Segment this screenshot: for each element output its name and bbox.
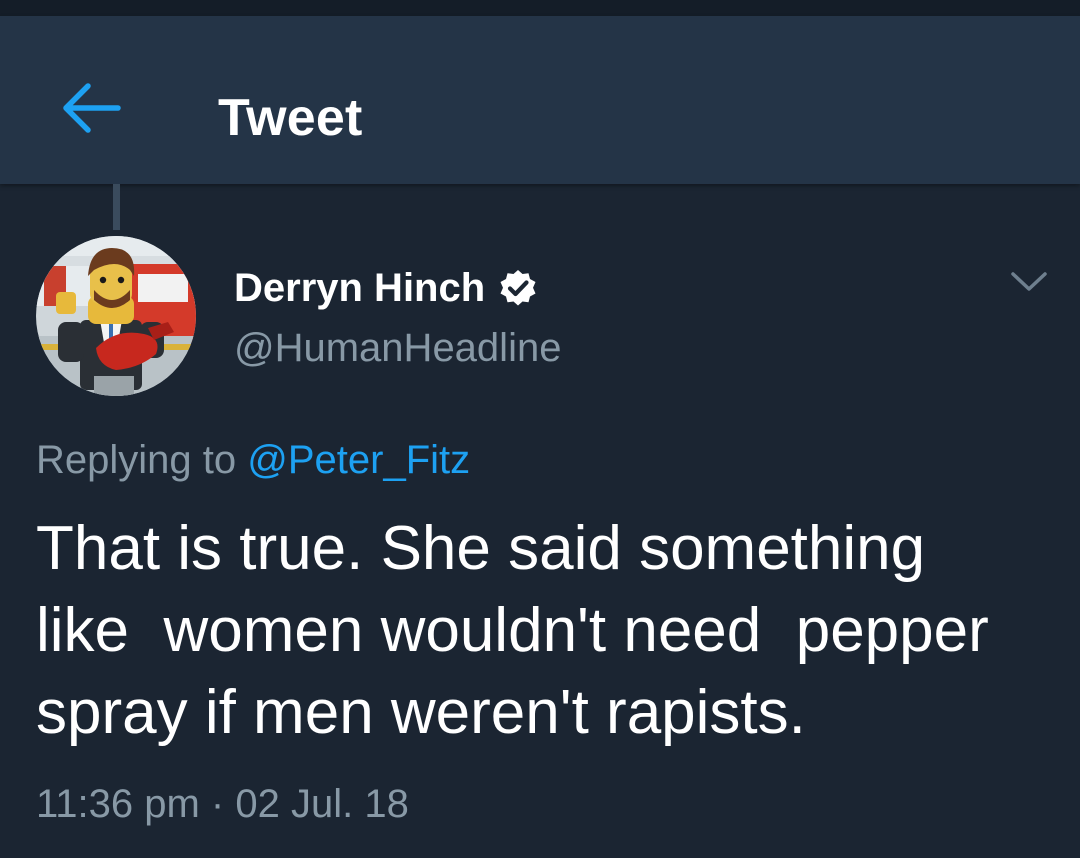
verified-badge-icon <box>499 269 537 307</box>
chevron-down-icon <box>1011 272 1047 291</box>
author-display-name[interactable]: Derryn Hinch <box>234 262 485 314</box>
status-bar-strip <box>0 0 1080 16</box>
lego-figure-avatar <box>36 236 196 396</box>
tweet-timestamp: 11:36 pm · 02 Jul. 18 <box>36 782 409 826</box>
tweet-text-line: That is true. She said something <box>36 514 926 583</box>
thread-connector-line <box>113 184 120 230</box>
reply-mention-link[interactable]: @Peter_Fitz <box>247 438 470 482</box>
tweet-text-line: like women wouldn't need pepper <box>36 596 989 665</box>
replying-to-label: Replying to <box>36 438 237 482</box>
author-handle[interactable]: @HumanHeadline <box>234 322 561 374</box>
back-button[interactable] <box>52 78 128 138</box>
replying-to-context: Replying to @Peter_Fitz <box>36 432 470 488</box>
tweet-options-button[interactable] <box>1004 262 1054 302</box>
top-app-bar: Tweet <box>0 16 1080 184</box>
page-title: Tweet <box>218 89 363 147</box>
back-arrow-icon <box>63 83 121 133</box>
avatar[interactable] <box>36 236 196 396</box>
author-name-row: Derryn Hinch <box>234 262 537 314</box>
tweet-body: That is true. She said something like wo… <box>36 508 1056 754</box>
tweet-text-line: spray if men weren't rapists. <box>36 678 806 747</box>
